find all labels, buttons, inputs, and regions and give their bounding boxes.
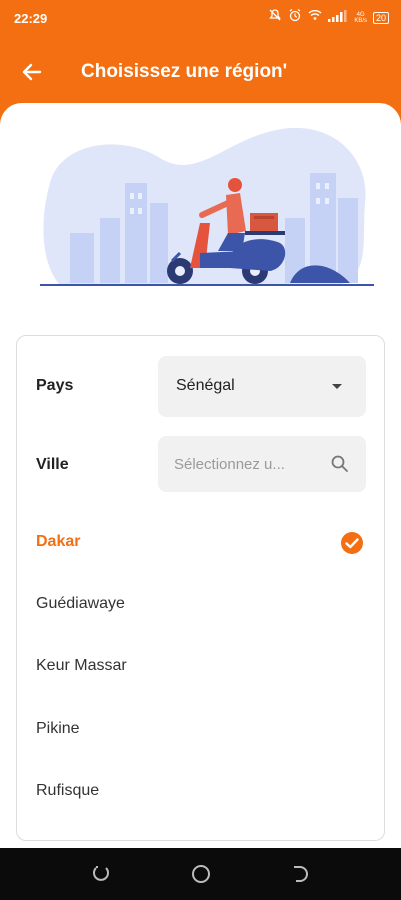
country-select[interactable]: Sénégal <box>158 356 366 417</box>
system-nav-bar <box>0 848 401 900</box>
delivery-scooter-illustration <box>40 127 374 286</box>
country-label: Pays <box>36 377 74 394</box>
arrow-left-icon[interactable] <box>18 58 46 86</box>
region-item-guediawaye[interactable]: Guédiawaye <box>17 579 384 631</box>
region-item-pikine[interactable]: Pikine <box>17 704 384 756</box>
home-icon[interactable] <box>190 863 212 885</box>
check-circle-icon <box>340 531 364 555</box>
region-item-rufisque[interactable]: Rufisque <box>17 766 384 818</box>
page-title: Choisissez une région' <box>81 61 288 82</box>
back-nav-icon[interactable] <box>289 863 311 885</box>
recent-apps-icon[interactable] <box>90 863 112 885</box>
search-icon[interactable] <box>330 454 350 474</box>
region-label: Dakar <box>36 533 81 550</box>
region-form-card: Pays Sénégal Ville Dakar Guédiawaye <box>16 335 385 841</box>
app-bar: Choisissez une région' <box>0 44 401 100</box>
alarm-icon <box>288 8 302 27</box>
region-label: Rufisque <box>36 782 100 799</box>
battery-icon: 20 <box>372 11 389 24</box>
region-label: Keur Massar <box>36 657 127 674</box>
city-search-input[interactable] <box>172 451 326 477</box>
city-label: Ville <box>36 456 69 473</box>
signal-icon <box>328 9 348 27</box>
network-speed: 4G KB/s <box>354 12 367 24</box>
status-bar: 22:29 4G KB/s 20 <box>0 0 401 36</box>
region-item-dakar[interactable]: Dakar <box>17 517 384 569</box>
region-item-keur-massar[interactable]: Keur Massar <box>17 641 384 693</box>
wifi-icon <box>308 8 322 27</box>
caret-down-icon <box>332 384 342 389</box>
country-value: Sénégal <box>176 377 235 394</box>
mute-icon <box>268 8 282 27</box>
region-label: Guédiawaye <box>36 595 125 612</box>
city-search-box[interactable] <box>158 436 366 492</box>
region-label: Pikine <box>36 720 80 737</box>
app-screen: 22:29 4G KB/s 20 Choisissez une région' … <box>0 0 401 900</box>
status-time: 22:29 <box>14 11 48 26</box>
network-unit: KB/s <box>354 17 367 24</box>
status-icons: 4G KB/s 20 <box>268 8 389 27</box>
content-sheet: Pays Sénégal Ville Dakar Guédiawaye <box>0 103 401 848</box>
